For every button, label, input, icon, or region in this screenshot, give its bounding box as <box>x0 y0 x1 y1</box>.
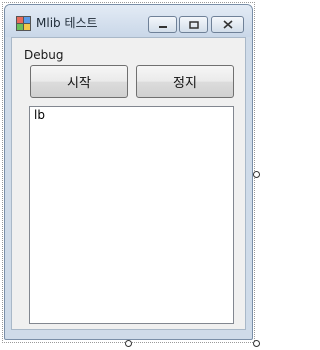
log-listbox[interactable]: lb <box>29 106 234 324</box>
resize-handle-bottom-right[interactable] <box>253 340 260 347</box>
title-bar[interactable]: Mlib 테스트 <box>5 5 252 37</box>
maximize-icon <box>188 20 199 29</box>
stop-button[interactable]: 정지 <box>136 65 234 98</box>
app-icon <box>16 16 31 31</box>
resize-handle-right[interactable] <box>253 171 260 178</box>
minimize-icon <box>158 25 167 28</box>
window-title: Mlib 테스트 <box>36 16 98 30</box>
close-icon <box>222 20 233 29</box>
debug-label: Debug <box>24 48 64 62</box>
minimize-button[interactable] <box>148 16 177 33</box>
close-button[interactable] <box>211 16 244 33</box>
list-item[interactable]: lb <box>34 109 45 122</box>
maximize-button[interactable] <box>179 16 208 33</box>
resize-handle-bottom[interactable] <box>125 340 132 347</box>
start-button[interactable]: 시작 <box>30 65 128 98</box>
